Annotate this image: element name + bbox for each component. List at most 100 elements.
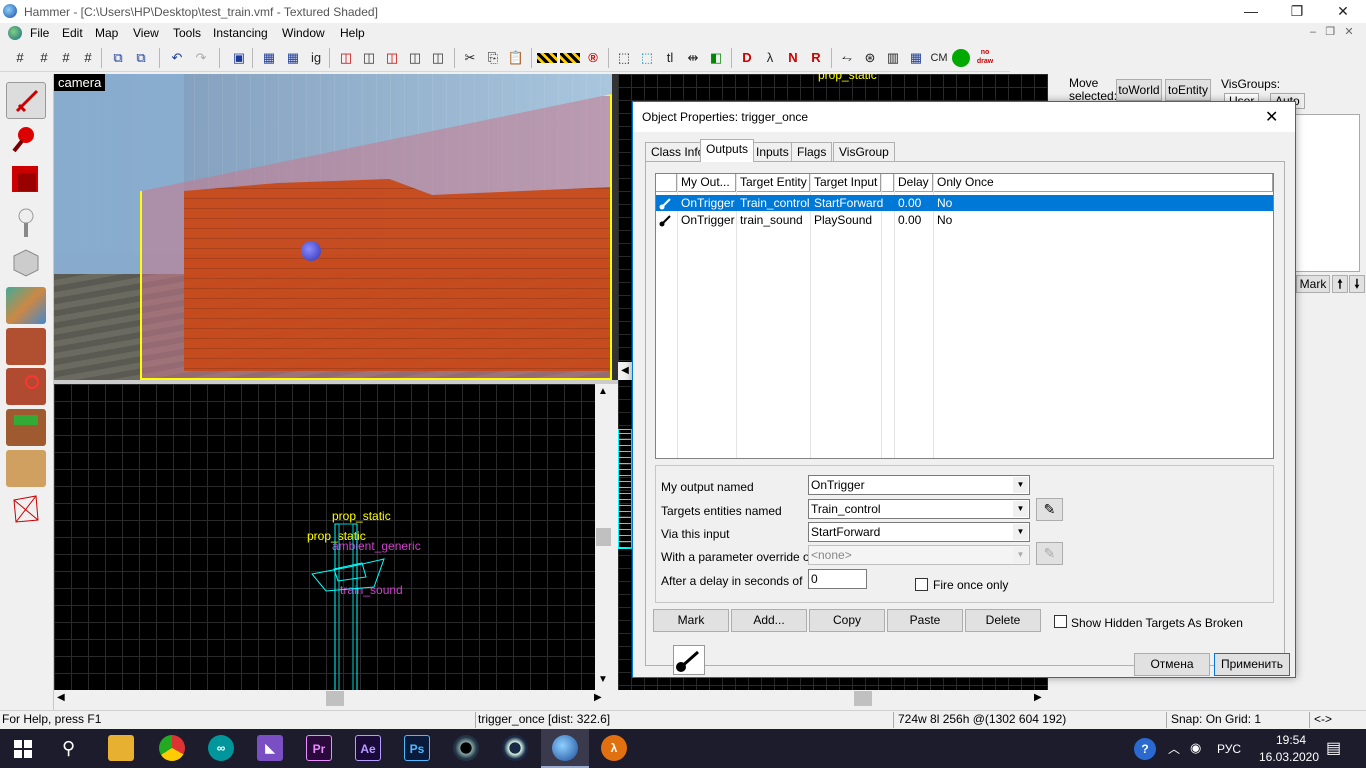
select-region-icon[interactable]: ⬚ [637,48,657,68]
target-entity-combo[interactable]: Train_control ▼ [808,499,1030,519]
menu-help[interactable]: Help [340,26,365,40]
dialog-close-icon[interactable]: ✕ [1265,107,1278,127]
copy-icon[interactable]: ⎘ [483,48,503,68]
clock-time[interactable]: 19:54 [1266,733,1316,747]
column-header-icon[interactable] [656,174,677,192]
tab-visgroup[interactable]: VisGroup [833,142,895,162]
hammer-icon[interactable] [552,735,578,761]
hide-icon[interactable]: ◫ [336,48,356,68]
photoshop-icon[interactable]: Ps [404,735,430,761]
selection-tool-icon[interactable] [6,82,46,119]
scroll-up-icon[interactable]: ▲ [598,386,608,397]
magnify-tool-icon[interactable] [6,121,46,158]
bounding-box-icon[interactable]: ⬚ [614,48,634,68]
decal-tool-icon[interactable] [6,368,46,405]
chevron-down-icon[interactable]: ▼ [1013,547,1028,563]
menu-tools[interactable]: Tools [173,26,201,40]
menu-edit[interactable]: Edit [62,26,83,40]
texture-lock-icon[interactable]: ® [583,48,603,68]
menu-instancing[interactable]: Instancing [213,26,268,40]
ignore-groups-button[interactable]: ig [306,48,326,68]
network-icon[interactable]: ◉ [1190,740,1201,756]
menu-file[interactable]: File [30,26,49,40]
search-icon[interactable]: ⚲ [62,738,75,759]
restore-button[interactable]: ❐ [1274,0,1320,23]
mark-visgroup-button[interactable]: Mark [1296,275,1330,293]
to-entity-button[interactable]: toEntity [1165,79,1211,101]
wireframe-icon[interactable]: ▥ [883,48,903,68]
cancel-button[interactable]: Отмена [1134,653,1210,676]
clock-date[interactable]: 16.03.2020 [1252,750,1326,764]
align-icon[interactable]: ◧ [706,48,726,68]
eyedropper-icon[interactable]: ✎ [1036,542,1063,565]
grid-toggle-icon[interactable]: # [78,48,98,68]
visual-studio-icon[interactable]: ◣ [257,735,283,761]
fire-once-checkbox[interactable] [915,578,928,591]
block-tool-icon[interactable] [6,244,46,281]
grid-smaller-icon[interactable]: # [34,48,54,68]
apply-button[interactable]: Применить [1214,653,1290,676]
cubemap-button[interactable]: CM [929,48,949,68]
column-header-parameter[interactable] [881,174,894,192]
run-map-icon[interactable]: R [806,48,826,68]
texture-tool-icon[interactable] [6,287,46,324]
entity-report-icon[interactable]: D [737,48,757,68]
scroll-thumb[interactable] [854,691,872,706]
entity-tool-icon[interactable] [6,204,46,241]
mdi-controls[interactable]: – ❐ ✕ [1310,25,1354,38]
horizontal-scrollbar[interactable]: ◀ ▶ [54,690,612,707]
move-up-button[interactable]: 🠕 [1332,275,1348,293]
cinema4d-icon[interactable] [453,735,479,761]
outputs-table[interactable]: My Out... Target Entity Target Input Del… [655,173,1274,459]
texture-scale-lock-icon[interactable]: ⇹ [683,48,703,68]
copy-button[interactable]: Copy [809,609,885,632]
chevron-down-icon[interactable]: ▼ [1013,477,1028,493]
table-row[interactable]: OnTrigger train_sound PlaySound 0.00 No [656,212,1273,228]
horizontal-scrollbar[interactable]: ▶ [618,690,1048,707]
top-viewport[interactable]: prop_static prop_static ambient_generic … [54,384,595,690]
ungroup-icon[interactable]: ⧉ [131,48,151,68]
vertical-scrollbar[interactable]: ▲ ▼ [595,384,612,690]
column-header-only-once[interactable]: Only Once [933,174,1273,192]
delete-button[interactable]: Delete [965,609,1041,632]
texture-lock-toggle[interactable]: tl [660,48,680,68]
mark-button[interactable]: Mark [653,609,729,632]
apply-texture-icon[interactable] [6,328,46,365]
document-icon[interactable] [8,26,22,40]
half-life-icon[interactable]: λ [601,735,627,761]
arduino-icon[interactable]: ∞ [208,735,234,761]
chevron-down-icon[interactable]: ▼ [1013,501,1028,517]
steam-icon[interactable] [502,735,528,761]
notifications-icon[interactable]: ▤ [1326,738,1341,758]
scroll-thumb[interactable] [596,528,611,546]
camera-viewport[interactable]: camera [54,74,612,380]
table-row[interactable]: OnTrigger Train_control StartForward 0.0… [656,195,1273,211]
clipping-tool-icon[interactable] [6,450,46,487]
load-window-icon[interactable]: ▣ [229,48,249,68]
add-button[interactable]: Add... [731,609,807,632]
tab-inputs[interactable]: Inputs [750,142,795,162]
language-indicator[interactable]: РУС [1217,742,1241,756]
column-header-output[interactable]: My Out... [677,174,736,192]
models-icon[interactable]: ▦ [906,48,926,68]
chrome-icon[interactable] [159,735,185,761]
input-combo[interactable]: StartForward ▼ [808,522,1030,542]
scroll-down-icon[interactable]: ▼ [598,674,608,685]
sound-icon[interactable]: ⊛ [860,48,880,68]
close-button[interactable]: ✕ [1320,0,1366,23]
show-selected-icon[interactable]: ▦ [259,48,279,68]
hide-selected-icon[interactable]: ▦ [283,48,303,68]
undo-icon[interactable]: ↶ [167,48,187,68]
lighting-preview-icon[interactable] [952,49,970,67]
check-problems-icon[interactable]: λ [760,48,780,68]
scroll-right-icon[interactable]: ▶ [594,692,602,703]
move-down-button[interactable]: 🠗 [1349,275,1365,293]
delay-input[interactable]: 0 [808,569,867,589]
scroll-left-icon[interactable]: ◀ [57,692,65,703]
grid-icon[interactable]: # [10,48,30,68]
cut-icon[interactable]: ✂ [460,48,480,68]
visgroup-all-icon[interactable]: ◫ [428,48,448,68]
visgroup-icon[interactable]: ◫ [382,48,402,68]
nodraw-toggle[interactable]: no draw [975,48,995,68]
paste-icon[interactable]: 📋 [506,48,526,68]
